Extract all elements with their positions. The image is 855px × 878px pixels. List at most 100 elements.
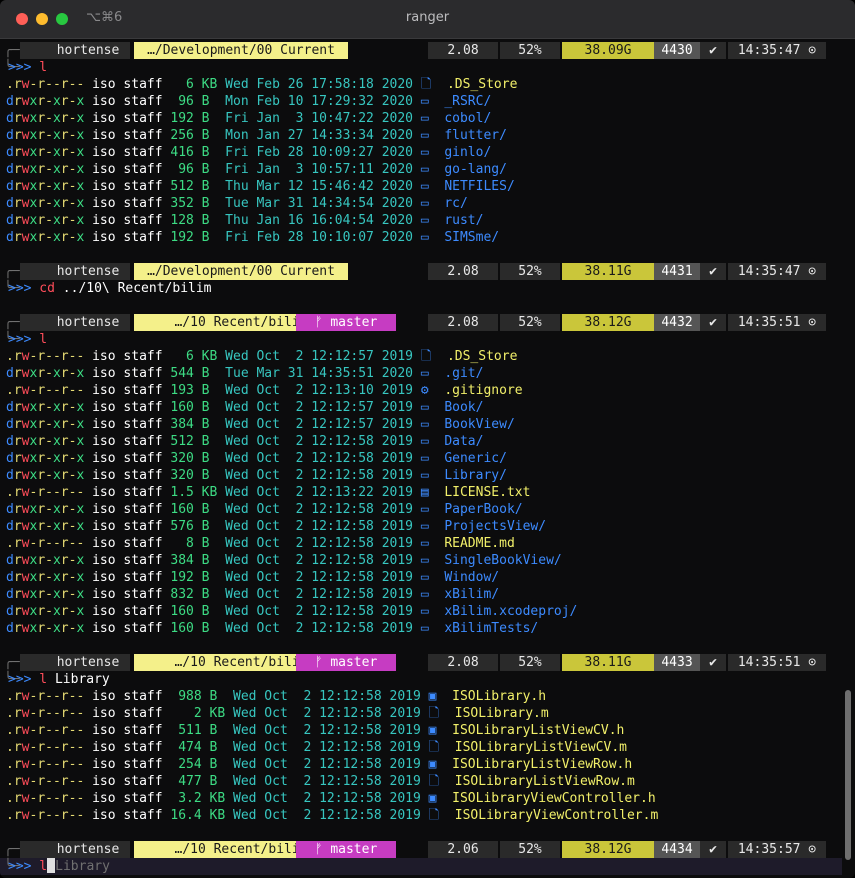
command-text[interactable]: >>> l Library: [8, 858, 110, 875]
list-item: drwxr-xr-x iso staff 160 B Wed Oct 2 12:…: [0, 501, 842, 518]
load-segment: 2.08: [428, 263, 498, 280]
prompt-bar: ╭─ hortense …/10 Recent/bilim ᚠ master 2.08 5…: [0, 314, 842, 331]
listing-text: .rw-r--r-- iso staff 254 B Wed Oct 2 12:…: [6, 757, 633, 772]
memory-segment: 52%: [500, 42, 560, 59]
command-text[interactable]: >>> l: [8, 59, 47, 76]
list-item: drwxr-xr-x iso staff 192 B Wed Oct 2 12:…: [0, 569, 842, 586]
list-item: drwxr-xr-x iso staff 832 B Wed Oct 2 12:…: [0, 586, 842, 603]
list-item: drwxr-xr-x iso staff 384 B Wed Oct 2 12:…: [0, 416, 842, 433]
listing-text: drwxr-xr-x iso staff 192 B Fri Jan 3 10:…: [6, 111, 492, 126]
prompt-bar: ╭─ hortense …/Development/00 Current 2.08 52…: [0, 263, 842, 280]
listing-text: .rw-r--r-- iso staff 16.4 KB Wed Oct 2 1…: [6, 808, 659, 823]
prompt-corner: ╭─: [4, 264, 20, 279]
text-cursor: [47, 858, 56, 873]
listing-text: drwxr-xr-x iso staff 128 B Thu Jan 16 16…: [6, 213, 484, 228]
list-item: .rw-r--r-- iso staff 2 KB Wed Oct 2 12:1…: [0, 705, 842, 722]
disk-segment: 38.12G: [562, 314, 654, 331]
user-segment: hortense: [46, 42, 130, 59]
listing-text: .rw-r--r-- iso staff 1.5 KB Wed Oct 2 12…: [6, 485, 531, 500]
list-item: drwxr-xr-x iso staff 96 B Mon Feb 10 17:…: [0, 93, 842, 110]
prompt-bar: ╭─ hortense …/10 Recent/bilim ᚠ master 2.08 5…: [0, 654, 842, 671]
disk-segment: 38.12G: [562, 841, 654, 858]
list-item: drwxr-xr-x iso staff 352 B Tue Mar 31 14…: [0, 195, 842, 212]
load-segment: 2.08: [428, 314, 498, 331]
list-item: drwxr-xr-x iso staff 192 B Fri Jan 3 10:…: [0, 110, 842, 127]
listing-text: .rw-r--r-- iso staff 511 B Wed Oct 2 12:…: [6, 723, 625, 738]
time-segment: 14:35:51 ⊙: [728, 314, 826, 331]
listing-text: drwxr-xr-x iso staff 192 B Fri Feb 28 10…: [6, 230, 500, 245]
listing-text: drwxr-xr-x iso staff 96 B Mon Feb 10 17:…: [6, 94, 492, 109]
list-item: .rw-r--r-- iso staff 193 B Wed Oct 2 12:…: [0, 382, 842, 399]
history-segment: 4431: [654, 263, 700, 280]
history-segment: 4430: [654, 42, 700, 59]
list-item: .rw-r--r-- iso staff 477 B Wed Oct 2 12:…: [0, 773, 842, 790]
listing-text: drwxr-xr-x iso staff 320 B Wed Oct 2 12:…: [6, 468, 507, 483]
listing-text: drwxr-xr-x iso staff 160 B Wed Oct 2 12:…: [6, 604, 578, 619]
listing-text: drwxr-xr-x iso staff 160 B Wed Oct 2 12:…: [6, 621, 539, 636]
title-bar: ⌥⌘6 ranger: [0, 0, 855, 39]
user-segment: hortense: [46, 654, 130, 671]
listing-text: .rw-r--r-- iso staff 6 KB Wed Oct 2 12:1…: [6, 349, 518, 364]
list-item: .rw-r--r-- iso staff 6 KB Wed Oct 2 12:1…: [0, 348, 842, 365]
listing-text: .rw-r--r-- iso staff 6 KB Wed Feb 26 17:…: [6, 77, 518, 92]
list-item: drwxr-xr-x iso staff 416 B Fri Feb 28 10…: [0, 144, 842, 161]
command-line: ╰─ >>> l: [0, 59, 842, 76]
command-line: ╰─ >>> l: [0, 331, 842, 348]
listing-text: .rw-r--r-- iso staff 193 B Wed Oct 2 12:…: [6, 383, 523, 398]
load-segment: 2.08: [428, 654, 498, 671]
time-segment: 14:35:51 ⊙: [728, 654, 826, 671]
time-segment: 14:35:47 ⊙: [728, 42, 826, 59]
time-segment: 14:35:47 ⊙: [728, 263, 826, 280]
listing-text: drwxr-xr-x iso staff 576 B Wed Oct 2 12:…: [6, 519, 547, 534]
list-item: drwxr-xr-x iso staff 160 B Wed Oct 2 12:…: [0, 620, 842, 637]
listing-text: drwxr-xr-x iso staff 416 B Fri Feb 28 10…: [6, 145, 492, 160]
command-line: ╰─ >>> cd ../10\ Recent/bilim: [0, 280, 842, 297]
listing-text: drwxr-xr-x iso staff 256 B Mon Jan 27 14…: [6, 128, 507, 143]
apple-icon: [20, 42, 46, 59]
listing-text: .rw-r--r-- iso staff 8 B Wed Oct 2 12:12…: [6, 536, 515, 551]
command-line: ╰─ >>> l Library: [0, 858, 842, 875]
status-ok-icon: ✔: [700, 263, 726, 280]
listing-text: drwxr-xr-x iso staff 512 B Wed Oct 2 12:…: [6, 434, 484, 449]
window-title: ranger: [405, 10, 450, 25]
list-item: .rw-r--r-- iso staff 6 KB Wed Feb 26 17:…: [0, 76, 842, 93]
list-item: drwxr-xr-x iso staff 512 B Thu Mar 12 15…: [0, 178, 842, 195]
command-text[interactable]: >>> l: [8, 331, 47, 348]
user-segment: hortense: [46, 314, 130, 331]
git-branch-segment: ᚠ master: [296, 841, 396, 858]
terminal-window: ⌥⌘6 ranger ╭─ hortense …/Development/00 Cu…: [0, 0, 855, 878]
scrollbar[interactable]: [845, 690, 851, 860]
command-text[interactable]: >>> l Library: [8, 671, 110, 688]
list-item: drwxr-xr-x iso staff 160 B Wed Oct 2 12:…: [0, 399, 842, 416]
listing-text: .rw-r--r-- iso staff 477 B Wed Oct 2 12:…: [6, 774, 635, 789]
status-ok-icon: ✔: [700, 841, 726, 858]
list-item: .rw-r--r-- iso staff 511 B Wed Oct 2 12:…: [0, 722, 842, 739]
disk-segment: 38.09G: [562, 42, 654, 59]
terminal-content[interactable]: ╭─ hortense …/Development/00 Current 2.08 52…: [0, 38, 855, 878]
list-item: .rw-r--r-- iso staff 3.2 KB Wed Oct 2 12…: [0, 790, 842, 807]
memory-segment: 52%: [500, 654, 560, 671]
list-item: .rw-r--r-- iso staff 1.5 KB Wed Oct 2 12…: [0, 484, 842, 501]
prompt-corner: ╭─: [4, 315, 20, 330]
list-item: drwxr-xr-x iso staff 544 B Tue Mar 31 14…: [0, 365, 842, 382]
path-segment: …/Development/00 Current: [134, 42, 348, 59]
list-item: drwxr-xr-x iso staff 576 B Wed Oct 2 12:…: [0, 518, 842, 535]
status-ok-icon: ✔: [700, 654, 726, 671]
prompt-bar: ╭─ hortense …/10 Recent/bilim ᚠ master 2.06 5…: [0, 841, 842, 858]
list-item: drwxr-xr-x iso staff 128 B Thu Jan 16 16…: [0, 212, 842, 229]
list-item: drwxr-xr-x iso staff 320 B Wed Oct 2 12:…: [0, 467, 842, 484]
memory-segment: 52%: [500, 841, 560, 858]
status-ok-icon: ✔: [700, 314, 726, 331]
listing-text: .rw-r--r-- iso staff 3.2 KB Wed Oct 2 12…: [6, 791, 656, 806]
command-text[interactable]: >>> cd ../10\ Recent/bilim: [8, 280, 212, 297]
listing-text: drwxr-xr-x iso staff 96 B Fri Jan 3 10:5…: [6, 162, 507, 177]
apple-icon: [20, 314, 46, 331]
prompt-bar: ╭─ hortense …/Development/00 Current 2.08 52…: [0, 42, 842, 59]
memory-segment: 52%: [500, 314, 560, 331]
load-segment: 2.06: [428, 841, 498, 858]
memory-segment: 52%: [500, 263, 560, 280]
apple-icon: [20, 654, 46, 671]
list-item: .rw-r--r-- iso staff 16.4 KB Wed Oct 2 1…: [0, 807, 842, 824]
listing-text: .rw-r--r-- iso staff 474 B Wed Oct 2 12:…: [6, 740, 627, 755]
list-item: drwxr-xr-x iso staff 192 B Fri Feb 28 10…: [0, 229, 842, 246]
